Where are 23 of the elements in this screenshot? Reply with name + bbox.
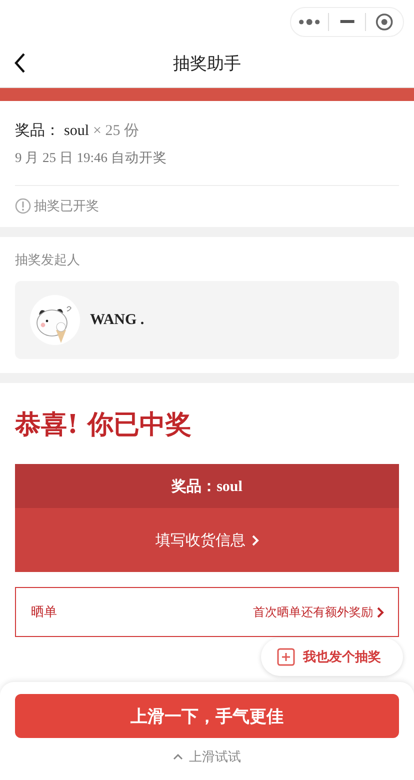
swipe-hint: 上滑试试 xyxy=(189,749,241,766)
page-title: 抽奖助手 xyxy=(173,52,241,74)
share-hint: 首次晒单还有额外奖励 xyxy=(253,604,373,620)
prize-label: 奖品： xyxy=(15,122,60,140)
lottery-status: 抽奖已开奖 xyxy=(34,198,99,215)
share-row[interactable]: 晒单 首次晒单还有额外奖励 xyxy=(15,587,399,637)
create-lottery-button[interactable]: 我也发个抽奖 xyxy=(261,638,403,676)
prize-name: soul xyxy=(64,123,90,140)
address-button[interactable]: 填写收货信息 xyxy=(15,508,399,572)
chevron-icon xyxy=(377,606,384,618)
prize-banner: 奖品：soul xyxy=(15,464,399,508)
section-heading: 抽奖发起人 xyxy=(15,252,81,269)
exclamation-icon xyxy=(15,198,31,214)
congrats-title: 恭喜! 你已中奖 xyxy=(15,409,192,442)
chevron-icon xyxy=(252,534,258,546)
initiator-name: WANG . xyxy=(90,312,144,328)
swipe-button[interactable]: 上滑一下，手气更佳 xyxy=(15,694,399,738)
share-label: 晒单 xyxy=(31,604,57,621)
draw-time: 9 月 25 日 19:46 自动开奖 xyxy=(15,149,168,167)
prize-quantity: × 25 份 xyxy=(93,122,139,140)
plus-icon xyxy=(277,648,295,666)
caret-icon xyxy=(173,754,183,760)
back-icon[interactable] xyxy=(14,53,26,73)
